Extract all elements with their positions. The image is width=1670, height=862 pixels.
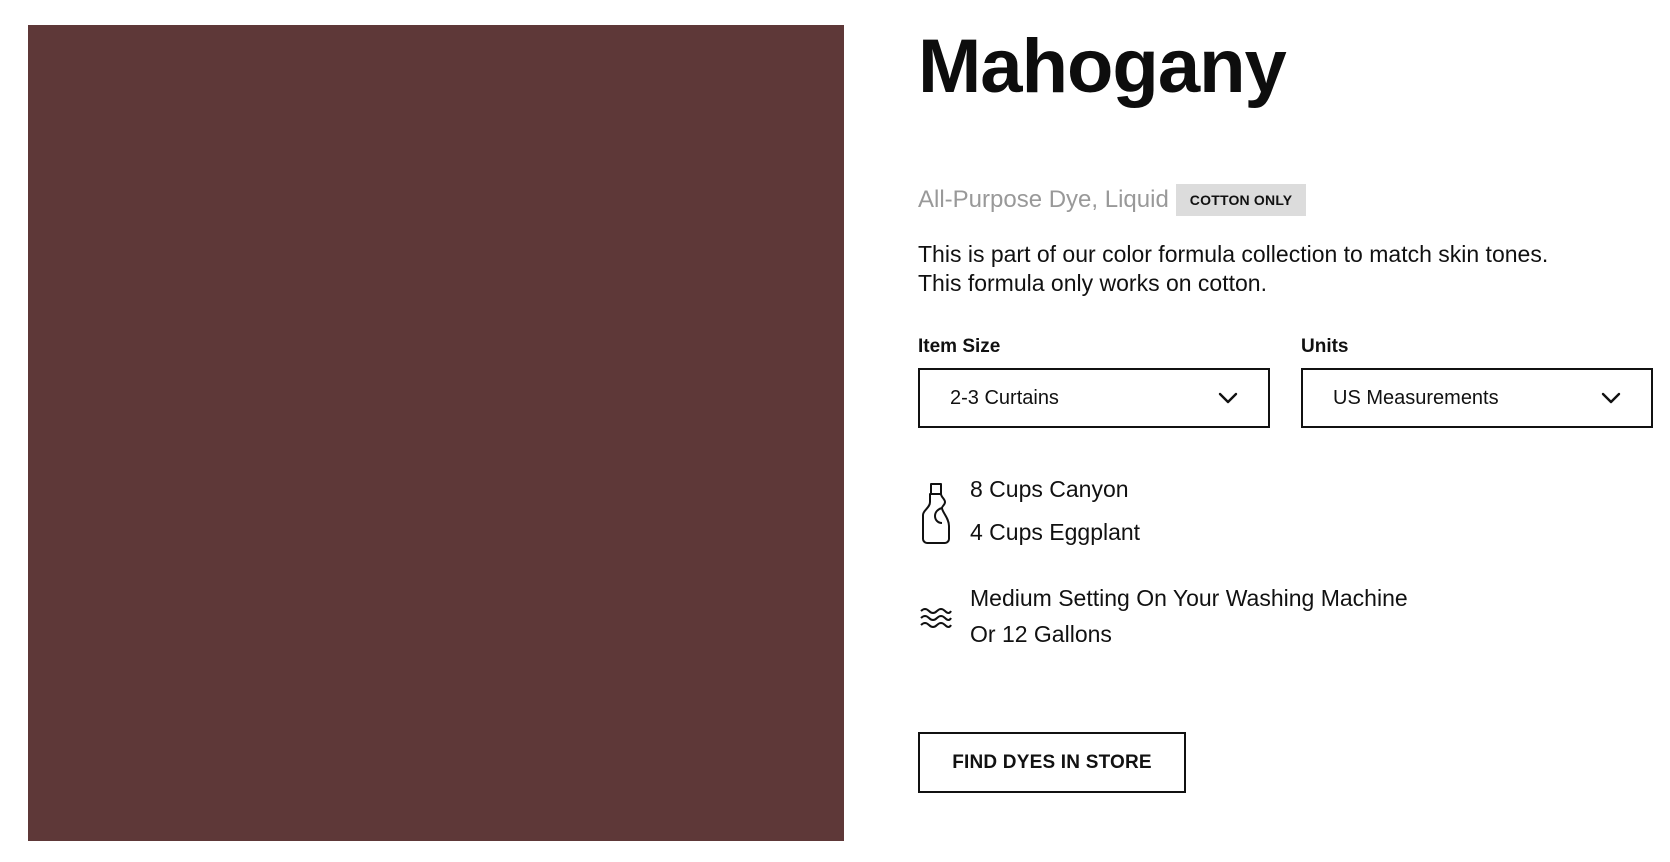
cotton-only-badge: COTTON ONLY	[1175, 184, 1307, 216]
units-select[interactable]: US Measurements	[1301, 368, 1653, 428]
product-type: All-Purpose Dye, Liquid	[918, 186, 1169, 213]
units-value: US Measurements	[1333, 386, 1499, 409]
chevron-down-icon	[1218, 392, 1238, 404]
product-title: Mahogany	[918, 24, 1287, 109]
water-waves-icon	[918, 583, 954, 629]
product-description: This is part of our color formula collec…	[918, 240, 1638, 298]
dye-amount-line: 8 Cups Canyon	[970, 476, 1129, 502]
dye-amounts: 8 Cups Canyon 4 Cups Eggplant	[970, 474, 1140, 547]
product-page: Mahogany All-Purpose Dye, Liquid COTTON …	[0, 0, 1670, 862]
dye-amount-line: 4 Cups Eggplant	[970, 519, 1141, 545]
color-swatch	[28, 25, 844, 841]
product-info: Mahogany All-Purpose Dye, Liquid COTTON …	[918, 0, 1658, 862]
product-type-row: All-Purpose Dye, Liquid COTTON ONLY	[918, 184, 1307, 216]
chevron-down-icon	[1601, 392, 1621, 404]
find-dyes-in-store-button[interactable]: FIND DYES IN STORE	[918, 732, 1186, 793]
item-size-select[interactable]: 2-3 Curtains	[918, 368, 1270, 428]
units-group: Units US Measurements	[1301, 334, 1653, 428]
water-amount-line: Or 12 Gallons	[970, 621, 1112, 647]
description-line: This is part of our color formula collec…	[918, 241, 1549, 267]
dye-bottle-icon	[918, 474, 954, 544]
item-size-group: Item Size 2-3 Curtains	[918, 334, 1270, 428]
water-amounts: Medium Setting On Your Washing Machine O…	[970, 583, 1408, 649]
item-size-label: Item Size	[918, 336, 1001, 357]
water-amount-line: Medium Setting On Your Washing Machine	[970, 585, 1408, 611]
item-size-value: 2-3 Curtains	[950, 386, 1059, 409]
units-label: Units	[1301, 336, 1349, 357]
water-amount-row: Medium Setting On Your Washing Machine O…	[918, 583, 1408, 649]
description-line: This formula only works on cotton.	[918, 270, 1267, 296]
dye-amounts-row: 8 Cups Canyon 4 Cups Eggplant	[918, 474, 1140, 547]
